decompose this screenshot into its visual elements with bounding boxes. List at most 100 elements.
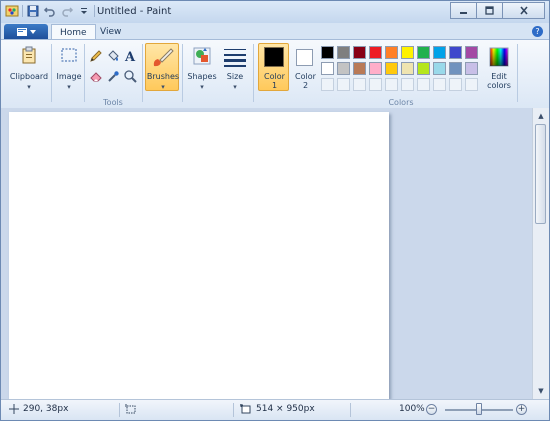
minimize-icon (460, 12, 467, 14)
group-divider (84, 44, 85, 102)
image-button[interactable]: Image ▾ (53, 43, 83, 91)
cursor-position-text: 290, 38px (23, 404, 69, 414)
text-tool-icon[interactable]: A (121, 48, 139, 64)
palette-custom-slot[interactable] (353, 78, 366, 91)
title-bar: Untitled - Paint (1, 1, 549, 23)
ribbon-tabs: Home View ? (1, 23, 549, 40)
group-divider (253, 44, 254, 102)
clipboard-icon (22, 46, 36, 64)
palette-custom-slot[interactable] (417, 78, 430, 91)
chevron-down-icon: ▾ (161, 83, 165, 91)
paint-window: Untitled - Paint Home View ? Clipboard ▾ (0, 0, 550, 421)
select-rectangle-icon (61, 48, 77, 62)
color1-button[interactable]: Color 1 (258, 43, 289, 91)
canvas-size-text: 514 × 950px (256, 404, 315, 414)
chevron-down-icon: ▾ (200, 83, 204, 91)
maximize-button[interactable] (476, 2, 503, 19)
palette-custom-slot[interactable] (433, 78, 446, 91)
palette-color[interactable] (385, 62, 398, 75)
palette-color[interactable] (401, 62, 414, 75)
palette-color[interactable] (433, 46, 446, 59)
tab-home[interactable]: Home (51, 24, 96, 40)
caption-buttons (450, 2, 545, 19)
colors-group-label: Colors (388, 98, 414, 107)
palette-color[interactable] (369, 46, 382, 59)
close-button[interactable] (502, 2, 545, 19)
palette-color[interactable] (321, 46, 334, 59)
size-button[interactable]: Size ▾ (219, 43, 249, 91)
brushes-button[interactable]: Brushes ▾ (145, 43, 179, 91)
color-picker-icon[interactable] (104, 68, 122, 84)
palette-color[interactable] (433, 62, 446, 75)
color-spectrum-icon (489, 47, 509, 67)
status-divider (119, 403, 120, 417)
palette-color[interactable] (337, 46, 350, 59)
palette-color[interactable] (337, 62, 350, 75)
palette-color[interactable] (465, 46, 478, 59)
zoom-out-button[interactable]: − (426, 404, 437, 415)
palette-color[interactable] (369, 62, 382, 75)
minimize-button[interactable] (450, 2, 477, 19)
palette-color[interactable] (465, 62, 478, 75)
palette-color[interactable] (449, 62, 462, 75)
brushes-label: Brushes (146, 72, 180, 81)
status-divider (350, 403, 351, 417)
zoom-in-button[interactable]: + (516, 404, 527, 415)
quick-access-toolbar (5, 4, 95, 18)
palette-custom-slot[interactable] (369, 78, 382, 91)
palette-color[interactable] (321, 62, 334, 75)
palette-color[interactable] (449, 46, 462, 59)
line-width-icon (224, 49, 246, 67)
edit-colors-button[interactable]: Edit colors (483, 43, 513, 91)
canvas-size: 514 × 950px (240, 404, 315, 414)
clipboard-button[interactable]: Clipboard ▾ (8, 43, 48, 91)
palette-custom-slot[interactable] (465, 78, 478, 91)
group-divider (517, 44, 518, 102)
shapes-button[interactable]: Shapes ▾ (185, 43, 217, 91)
edit-colors-label: Edit (491, 72, 507, 81)
scroll-down-icon[interactable]: ▼ (533, 383, 549, 399)
color1-number: 1 (271, 81, 278, 90)
palette-custom-slot[interactable] (321, 78, 334, 91)
drawing-canvas[interactable] (9, 112, 389, 399)
palette-color[interactable] (417, 62, 430, 75)
clipboard-label: Clipboard (9, 72, 49, 81)
canvas-area (1, 108, 532, 399)
fill-bucket-icon[interactable] (104, 48, 122, 64)
edit-colors-label-2: colors (487, 81, 511, 90)
selection-size-icon (125, 404, 136, 414)
color2-label: Color (295, 72, 316, 81)
window-title: Untitled - Paint (97, 6, 172, 17)
vertical-scrollbar[interactable]: ▲ ▼ (532, 108, 549, 399)
pencil-icon[interactable] (87, 48, 105, 64)
group-divider (182, 44, 183, 102)
save-icon[interactable] (26, 4, 40, 18)
palette-custom-slot[interactable] (401, 78, 414, 91)
palette-color[interactable] (385, 46, 398, 59)
zoom-level: 100% (399, 404, 425, 414)
magnifier-icon[interactable] (121, 68, 139, 84)
zoom-slider-thumb[interactable] (476, 403, 482, 415)
undo-icon[interactable] (43, 4, 57, 18)
palette-color[interactable] (353, 62, 366, 75)
palette-color[interactable] (417, 46, 430, 59)
group-divider (51, 44, 52, 102)
crosshair-icon (9, 404, 19, 414)
eraser-icon[interactable] (87, 68, 105, 84)
palette-custom-slot[interactable] (337, 78, 350, 91)
scroll-up-icon[interactable]: ▲ (533, 108, 549, 124)
paint-app-icon[interactable] (5, 4, 19, 18)
redo-icon[interactable] (60, 4, 74, 18)
help-icon[interactable]: ? (532, 26, 543, 37)
scroll-thumb[interactable] (535, 124, 546, 224)
paint-menu-button[interactable] (4, 24, 48, 39)
image-label: Image (56, 72, 82, 81)
palette-custom-slot[interactable] (385, 78, 398, 91)
palette-color[interactable] (353, 46, 366, 59)
tab-view[interactable]: View (92, 24, 129, 40)
chevron-down-icon: ▾ (27, 83, 31, 91)
color2-button[interactable]: Color 2 (290, 43, 319, 91)
palette-color[interactable] (401, 46, 414, 59)
customize-qat-icon[interactable] (77, 4, 91, 18)
palette-custom-slot[interactable] (449, 78, 462, 91)
